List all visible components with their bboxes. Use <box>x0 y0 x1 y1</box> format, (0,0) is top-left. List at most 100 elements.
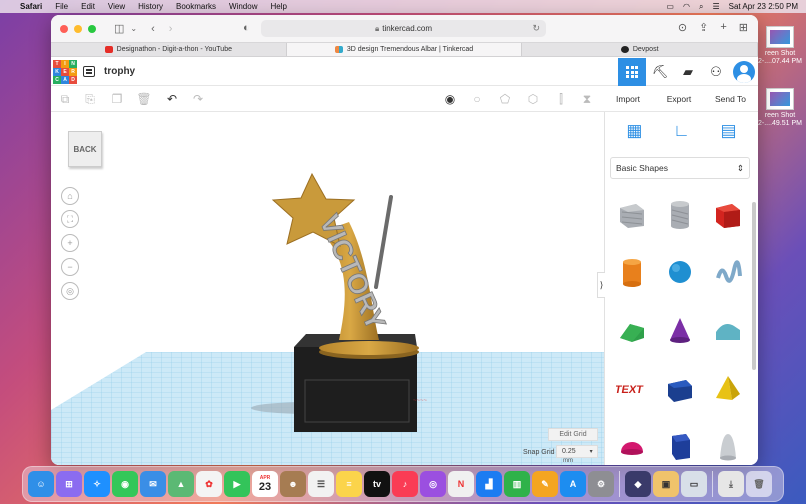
home-view-button[interactable]: ⌂ <box>61 187 79 205</box>
keynote-icon[interactable]: ▟ <box>476 471 502 497</box>
notes-icon[interactable]: ◉ <box>442 91 458 107</box>
search-icon[interactable]: ⌕ <box>699 2 703 12</box>
preview-icon[interactable]: ▣ <box>653 471 679 497</box>
group-icon[interactable]: ⬠ <box>497 91 513 107</box>
downloads-icon[interactable]: ⊙ <box>678 21 687 34</box>
shape-text[interactable]: TEXT <box>610 362 654 414</box>
shape-cylinder-striped[interactable] <box>658 188 702 240</box>
zoom-out-button[interactable]: − <box>61 258 79 276</box>
edit-grid-button[interactable]: Edit Grid <box>548 428 598 441</box>
back-arrow-icon[interactable]: ‹ <box>151 23 155 35</box>
shape-prism[interactable] <box>658 362 702 414</box>
ungroup-icon[interactable]: ⬡ <box>525 91 541 107</box>
delete-icon[interactable]: 🗑︎ <box>136 91 152 107</box>
system-preferences-icon[interactable]: ⚙ <box>588 471 614 497</box>
desktop-file-screenshot-1[interactable]: reen Shot 2-....07.44 PM <box>754 26 806 66</box>
app-store-icon[interactable]: A <box>560 471 586 497</box>
align-icon[interactable]: ⫿ <box>553 91 569 107</box>
news-icon[interactable]: N <box>448 471 474 497</box>
privacy-shield-icon[interactable]: ◐ <box>243 22 250 34</box>
design-list-icon[interactable] <box>83 66 95 77</box>
downloads-folder-icon[interactable]: ⤓ <box>718 471 744 497</box>
avatar[interactable] <box>733 61 755 83</box>
menu-file[interactable]: File <box>55 2 68 11</box>
sidebar-icon[interactable]: ◫ <box>114 22 124 35</box>
close-window-button[interactable] <box>60 24 68 33</box>
mirror-icon[interactable]: ⧗ <box>579 91 595 107</box>
view-cube[interactable]: BACK <box>68 131 102 167</box>
shape-scribble[interactable] <box>706 246 750 298</box>
mail-icon[interactable]: ✉ <box>140 471 166 497</box>
light-bulb-icon[interactable]: ○ <box>469 91 485 107</box>
shape-sphere[interactable] <box>658 246 702 298</box>
shape-round-roof[interactable] <box>706 304 750 356</box>
menu-history[interactable]: History <box>138 2 163 11</box>
menu-app-name[interactable]: Safari <box>20 2 42 11</box>
send-to-button[interactable]: Send To <box>708 91 753 107</box>
duplicate-icon[interactable]: ❐ <box>109 91 125 107</box>
tab-overview-icon[interactable]: ⊞ <box>739 21 748 34</box>
wifi-icon[interactable]: ◠ <box>683 2 690 11</box>
shape-library-select[interactable]: Basic Shapes ⇕ <box>610 157 750 179</box>
redo-icon[interactable]: ↷ <box>190 91 206 107</box>
menu-bookmarks[interactable]: Bookmarks <box>176 2 216 11</box>
clock[interactable]: Sat Apr 23 2:50 PM <box>729 2 798 11</box>
share-icon[interactable]: ⇪ <box>699 21 708 34</box>
shape-cone[interactable] <box>658 304 702 356</box>
chevron-down-icon[interactable]: ⌄ <box>130 24 137 33</box>
battery-icon[interactable]: ▭ <box>666 2 674 11</box>
codeblocks-button[interactable]: ⛏ <box>646 58 674 86</box>
minimize-window-button[interactable] <box>74 24 82 33</box>
notes-app-icon[interactable]: ≡ <box>336 471 362 497</box>
maps-icon[interactable]: ▲ <box>168 471 194 497</box>
finder-icon[interactable]: ☺ <box>28 471 54 497</box>
launchpad-icon[interactable]: ⊞ <box>56 471 82 497</box>
pages-icon[interactable]: ✎ <box>532 471 558 497</box>
forward-arrow-icon[interactable]: › <box>169 23 173 35</box>
copy-icon[interactable]: ⧉ <box>57 91 73 107</box>
numbers-icon[interactable]: ▥ <box>504 471 530 497</box>
safari-icon[interactable]: ✧ <box>84 471 110 497</box>
paste-icon[interactable]: ⎘ <box>82 91 98 107</box>
zoom-window-button[interactable] <box>88 24 96 33</box>
panel-collapse-toggle[interactable]: ⟩ <box>597 272 605 298</box>
facetime-icon[interactable]: ▶ <box>224 471 250 497</box>
undo-icon[interactable]: ↶ <box>164 91 180 107</box>
podcasts-icon[interactable]: ◎ <box>420 471 446 497</box>
screenshot-icon[interactable]: ▭ <box>681 471 707 497</box>
music-icon[interactable]: ♪ <box>392 471 418 497</box>
address-bar[interactable]: 🔒︎ tinkercad.com ↻ <box>261 20 546 37</box>
new-tab-icon[interactable]: + <box>720 21 726 34</box>
tab-devpost[interactable]: Devpost <box>522 43 758 56</box>
reload-icon[interactable]: ↻ <box>532 23 540 34</box>
contacts-icon[interactable]: ☻ <box>280 471 306 497</box>
3d-viewport[interactable]: VICTORY ~~~~ BACK ⌂ ⛶ + − ◎ Edit Grid Sn… <box>51 112 604 465</box>
shape-pyramid[interactable] <box>706 362 750 414</box>
reminders-icon[interactable]: ☰ <box>308 471 334 497</box>
panel-scrollbar[interactable] <box>752 202 756 370</box>
shape-half-sphere[interactable] <box>610 420 654 465</box>
tinkercad-logo[interactable]: T I N K E R C A D <box>53 60 77 84</box>
workplane-icon[interactable]: ▦ <box>626 121 642 150</box>
lessons-button[interactable]: ▰ <box>674 58 702 86</box>
zoom-in-button[interactable]: + <box>61 234 79 252</box>
menu-help[interactable]: Help <box>270 2 286 11</box>
tab-tinkercad[interactable]: 3D design Tremendous Albar | Tinkercad <box>286 43 523 56</box>
snap-grid-select[interactable]: 0.25 ▾ <box>556 445 598 458</box>
import-button[interactable]: Import <box>608 91 648 107</box>
tab-youtube[interactable]: Designathon - Digit-a-thon - YouTube <box>51 43 287 56</box>
shape-box-striped[interactable] <box>610 188 654 240</box>
ruler-icon[interactable]: ∟ <box>673 121 690 150</box>
trophy-pedestal[interactable] <box>319 341 419 355</box>
shape-polygon[interactable] <box>658 420 702 465</box>
menu-view[interactable]: View <box>108 2 125 11</box>
shape-box[interactable] <box>706 188 750 240</box>
design-title[interactable]: trophy <box>104 66 135 77</box>
menu-edit[interactable]: Edit <box>81 2 95 11</box>
calendar-icon[interactable]: APR 23 <box>252 471 278 497</box>
apple-tv-icon[interactable]: tv <box>364 471 390 497</box>
messages-icon[interactable]: ◉ <box>112 471 138 497</box>
perspective-button[interactable]: ◎ <box>61 282 79 300</box>
shape-cylinder[interactable] <box>610 246 654 298</box>
shape-roof[interactable] <box>610 304 654 356</box>
